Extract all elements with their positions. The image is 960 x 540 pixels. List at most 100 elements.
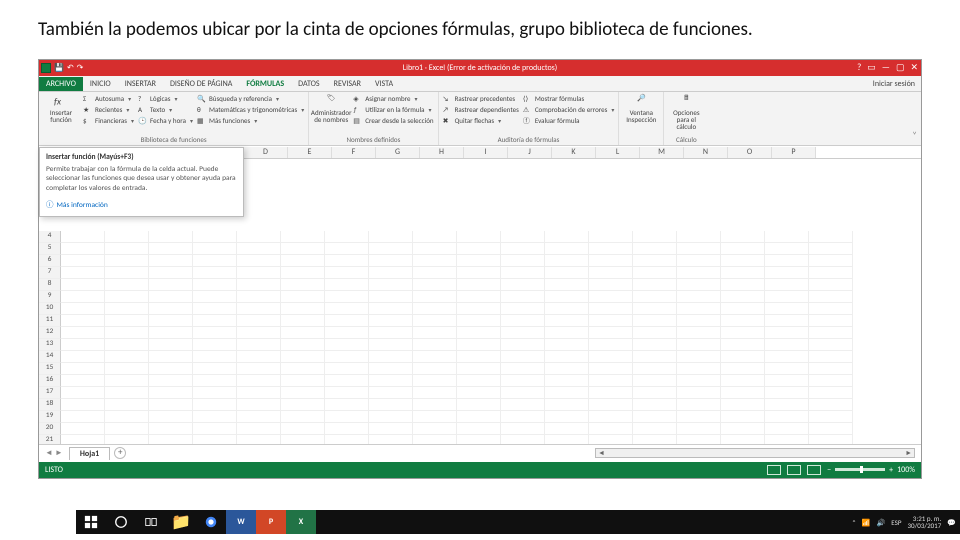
cell[interactable] <box>105 411 149 423</box>
tab-datos[interactable]: DATOS <box>291 77 326 91</box>
cell[interactable] <box>413 327 457 339</box>
cell[interactable] <box>721 291 765 303</box>
cell[interactable] <box>325 327 369 339</box>
tab-file[interactable]: ARCHIVO <box>39 77 83 91</box>
tray-lang[interactable]: ESP <box>891 518 901 527</box>
cell[interactable] <box>325 399 369 411</box>
cell[interactable] <box>545 315 589 327</box>
cell[interactable] <box>413 375 457 387</box>
cell[interactable] <box>105 291 149 303</box>
cell[interactable] <box>61 411 105 423</box>
cell[interactable] <box>369 435 413 444</box>
tab-inicio[interactable]: INICIO <box>83 77 118 91</box>
cell[interactable] <box>633 231 677 243</box>
cell[interactable] <box>149 291 193 303</box>
cell[interactable] <box>677 315 721 327</box>
cell[interactable] <box>589 243 633 255</box>
cell[interactable] <box>765 411 809 423</box>
cell[interactable] <box>765 339 809 351</box>
sheet-tab[interactable]: Hoja1 <box>69 447 110 460</box>
cell[interactable] <box>633 375 677 387</box>
cell[interactable] <box>501 411 545 423</box>
cell[interactable] <box>545 375 589 387</box>
create-selection-button[interactable]: ▤Crear desde la selección <box>353 116 433 126</box>
cell[interactable] <box>281 423 325 435</box>
col-header[interactable]: N <box>684 147 728 158</box>
cell[interactable] <box>721 315 765 327</box>
cell[interactable] <box>61 351 105 363</box>
view-layout-button[interactable] <box>787 465 801 475</box>
cell[interactable] <box>721 231 765 243</box>
cell[interactable] <box>809 399 853 411</box>
cell[interactable] <box>457 339 501 351</box>
cell[interactable] <box>721 339 765 351</box>
cell[interactable] <box>325 315 369 327</box>
taskbar-excel-icon[interactable]: X <box>286 510 316 534</box>
cell[interactable] <box>545 231 589 243</box>
col-header[interactable]: E <box>288 147 332 158</box>
trace-dependents-button[interactable]: ↗Rastrear dependientes <box>443 105 519 115</box>
qat-undo-icon[interactable]: ↶ <box>67 63 74 73</box>
cell[interactable] <box>149 267 193 279</box>
cell[interactable] <box>105 303 149 315</box>
cell[interactable] <box>61 375 105 387</box>
cell[interactable] <box>589 279 633 291</box>
view-normal-button[interactable] <box>767 465 781 475</box>
cell[interactable] <box>61 231 105 243</box>
cell[interactable] <box>457 231 501 243</box>
row-header[interactable]: 21 <box>39 435 61 444</box>
row-header[interactable]: 5 <box>39 243 61 255</box>
calc-options-button[interactable]: 🖩 Opciones para el cálculo <box>668 94 704 131</box>
cell[interactable] <box>721 375 765 387</box>
cell[interactable] <box>677 375 721 387</box>
cell[interactable] <box>105 435 149 444</box>
cell[interactable] <box>369 387 413 399</box>
cell[interactable] <box>237 351 281 363</box>
cell[interactable] <box>809 327 853 339</box>
cell[interactable] <box>721 423 765 435</box>
cell[interactable] <box>633 279 677 291</box>
cell[interactable] <box>721 387 765 399</box>
taskview-button[interactable] <box>136 510 166 534</box>
zoom-slider[interactable] <box>835 468 885 471</box>
zoom-in-icon[interactable]: + <box>889 465 893 475</box>
cell[interactable] <box>545 423 589 435</box>
define-name-button[interactable]: ◈Asignar nombre <box>353 94 433 104</box>
cell[interactable] <box>149 303 193 315</box>
cell[interactable] <box>809 363 853 375</box>
cell[interactable] <box>105 255 149 267</box>
horizontal-scrollbar[interactable] <box>595 448 915 458</box>
cell[interactable] <box>501 255 545 267</box>
row-header[interactable]: 4 <box>39 231 61 243</box>
cell[interactable] <box>809 279 853 291</box>
cell[interactable] <box>105 339 149 351</box>
cell[interactable] <box>809 243 853 255</box>
cell[interactable] <box>765 315 809 327</box>
cell[interactable] <box>589 423 633 435</box>
cell[interactable] <box>721 435 765 444</box>
col-header[interactable]: H <box>420 147 464 158</box>
cell[interactable] <box>105 375 149 387</box>
cell[interactable] <box>457 255 501 267</box>
cell[interactable] <box>149 231 193 243</box>
cell[interactable] <box>457 327 501 339</box>
cell[interactable] <box>237 435 281 444</box>
cell[interactable] <box>809 255 853 267</box>
cell[interactable] <box>677 279 721 291</box>
cell[interactable] <box>501 387 545 399</box>
cell[interactable] <box>105 399 149 411</box>
cell[interactable] <box>589 327 633 339</box>
cell[interactable] <box>545 363 589 375</box>
cell[interactable] <box>149 411 193 423</box>
cell[interactable] <box>413 267 457 279</box>
cell[interactable] <box>281 291 325 303</box>
cell[interactable] <box>369 411 413 423</box>
cell[interactable] <box>149 339 193 351</box>
cell[interactable] <box>545 291 589 303</box>
cell[interactable] <box>105 363 149 375</box>
cell[interactable] <box>501 435 545 444</box>
close-button[interactable]: ✕ <box>910 62 918 73</box>
cell[interactable] <box>589 267 633 279</box>
cell[interactable] <box>633 363 677 375</box>
datetime-button[interactable]: 🕒Fecha y hora <box>138 116 193 126</box>
